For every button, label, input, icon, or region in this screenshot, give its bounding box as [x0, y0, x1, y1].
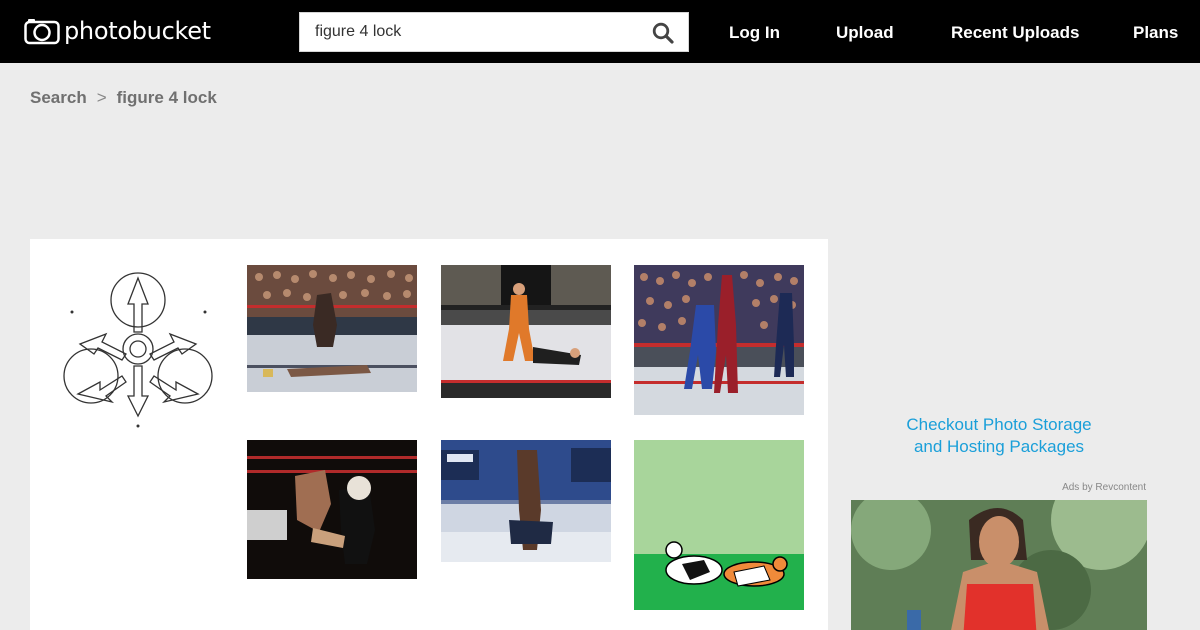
nav-recent-uploads[interactable]: Recent Uploads	[951, 23, 1079, 43]
result-thumbnail[interactable]	[634, 265, 804, 415]
result-thumbnail[interactable]	[247, 265, 417, 392]
nav-plans[interactable]: Plans	[1133, 23, 1178, 43]
search-icon[interactable]	[652, 22, 674, 44]
result-thumbnail[interactable]	[441, 265, 611, 398]
result-thumbnail[interactable]	[441, 440, 611, 562]
sponsored-ad-image[interactable]	[851, 500, 1147, 630]
promo-line-2: and Hosting Packages	[913, 437, 1085, 456]
top-header: photobucket Log In Upload Recent Uploads…	[0, 0, 1200, 63]
athlete-ad-photo	[851, 500, 1147, 630]
result-thumbnail[interactable]	[60, 264, 220, 434]
cartoon-animation	[634, 440, 804, 610]
search-input[interactable]	[300, 13, 640, 51]
photobucket-logo[interactable]: photobucket	[24, 16, 211, 46]
wrestling-stadium-photo	[441, 440, 611, 562]
promo-line-1: Checkout Photo Storage	[906, 415, 1092, 434]
wrestling-ringside-photo	[247, 440, 417, 579]
wrestling-game-screenshot	[441, 265, 611, 398]
wrestling-arena-photo	[634, 265, 804, 415]
nav-log-in[interactable]: Log In	[729, 23, 780, 43]
logo-text: photobucket	[64, 17, 211, 45]
camera-logo-icon	[24, 19, 60, 45]
result-thumbnail[interactable]	[247, 440, 417, 579]
nav-upload[interactable]: Upload	[836, 23, 894, 43]
breadcrumb-search-link[interactable]: Search	[30, 88, 87, 108]
wrestling-photo	[247, 265, 417, 392]
breadcrumb-current: figure 4 lock	[116, 88, 217, 107]
celtic-knot-drawing	[63, 272, 213, 428]
search-box	[299, 12, 689, 52]
result-thumbnail[interactable]	[634, 440, 804, 610]
breadcrumb: Search > figure 4 lock	[30, 88, 217, 108]
breadcrumb-separator: >	[96, 88, 107, 107]
search-results-panel	[30, 239, 828, 630]
photo-storage-promo-link[interactable]: Checkout Photo Storage and Hosting Packa…	[851, 414, 1147, 458]
ads-by-label: Ads by Revcontent	[1062, 482, 1146, 493]
